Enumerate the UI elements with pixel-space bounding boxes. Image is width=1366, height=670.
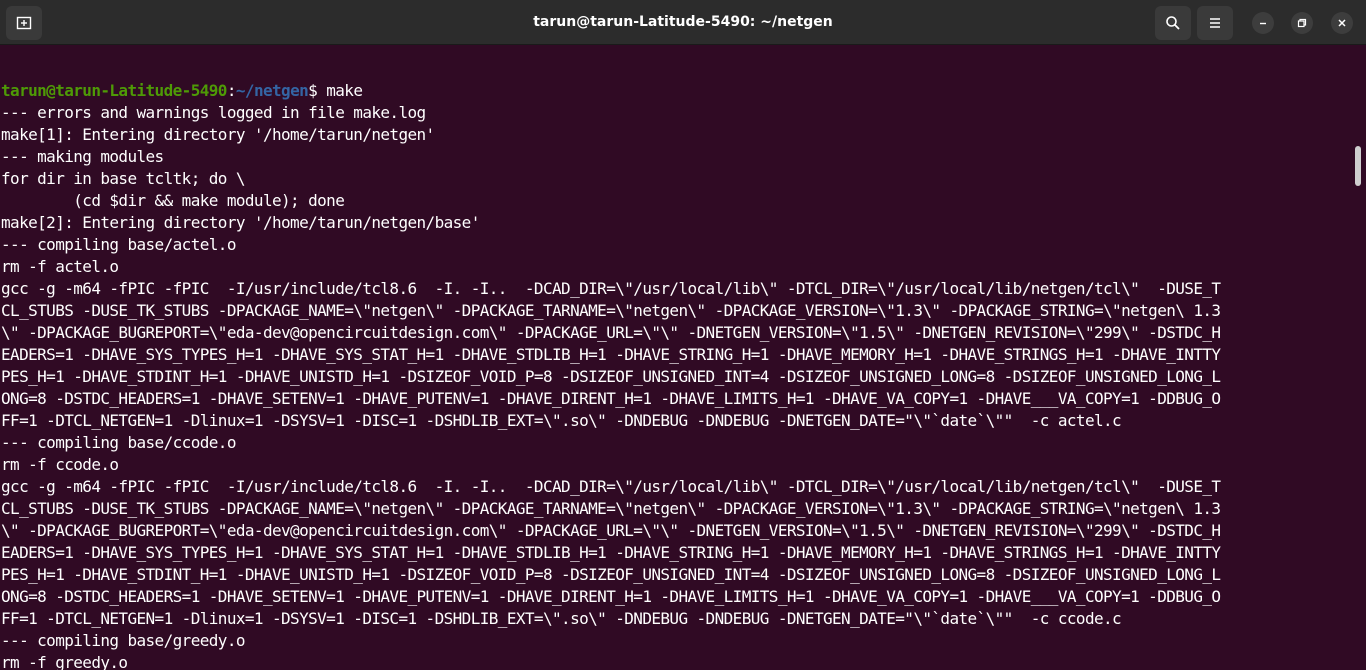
- prompt-line: tarun@tarun-Latitude-5490:~/netgen$ make: [1, 80, 1349, 102]
- output-line: EADERS=1 -DHAVE_SYS_TYPES_H=1 -DHAVE_SYS…: [1, 345, 1221, 364]
- output-line: \" -DPACKAGE_BUGREPORT=\"eda-dev@opencir…: [1, 323, 1221, 342]
- output-line: \" -DPACKAGE_BUGREPORT=\"eda-dev@opencir…: [1, 521, 1221, 540]
- output-line: --- compiling base/actel.o: [1, 235, 236, 254]
- output-line: for dir in base tcltk; do \: [1, 169, 245, 188]
- prompt-user: tarun@tarun-Latitude-5490: [1, 81, 227, 100]
- terminal-lines: tarun@tarun-Latitude-5490:~/netgen$ make…: [1, 80, 1349, 670]
- output-line: PES_H=1 -DHAVE_STDINT_H=1 -DHAVE_UNISTD_…: [1, 565, 1221, 584]
- prompt-path: ~/netgen: [235, 81, 309, 100]
- new-tab-button[interactable]: [6, 6, 42, 40]
- close-button[interactable]: [1331, 12, 1353, 34]
- top-rule: ----------------------------------------…: [0, 46, 1350, 56]
- output-line: (cd $dir && make module); done: [1, 191, 345, 210]
- close-icon: [1337, 18, 1347, 28]
- output-line: gcc -g -m64 -fPIC -fPIC -I/usr/include/t…: [1, 477, 1221, 496]
- title-bar: tarun@tarun-Latitude-5490: ~/netgen: [0, 0, 1366, 45]
- output-line: FF=1 -DTCL_NETGEN=1 -Dlinux=1 -DSYSV=1 -…: [1, 411, 1122, 430]
- output-line: FF=1 -DTCL_NETGEN=1 -Dlinux=1 -DSYSV=1 -…: [1, 609, 1122, 628]
- output-line: ONG=8 -DSTDC_HEADERS=1 -DHAVE_SETENV=1 -…: [1, 389, 1221, 408]
- prompt-separator: :: [226, 81, 237, 100]
- terminal-output[interactable]: ----------------------------------------…: [0, 46, 1350, 670]
- search-button[interactable]: [1155, 6, 1191, 40]
- maximize-button[interactable]: [1291, 12, 1313, 34]
- output-line: --- making modules: [1, 147, 164, 166]
- output-line: CL_STUBS -DUSE_TK_STUBS -DPACKAGE_NAME=\…: [1, 301, 1221, 320]
- output-line: rm -f ccode.o: [1, 455, 119, 474]
- minimize-button[interactable]: [1252, 12, 1274, 34]
- output-line: rm -f actel.o: [1, 257, 119, 276]
- scrollbar[interactable]: [1350, 46, 1366, 670]
- output-line: rm -f greedy.o: [1, 653, 128, 670]
- output-line: --- compiling base/ccode.o: [1, 433, 236, 452]
- maximize-icon: [1297, 18, 1307, 28]
- output-line: PES_H=1 -DHAVE_STDINT_H=1 -DHAVE_UNISTD_…: [1, 367, 1221, 386]
- output-line: ONG=8 -DSTDC_HEADERS=1 -DHAVE_SETENV=1 -…: [1, 587, 1221, 606]
- new-tab-icon: [16, 15, 32, 31]
- prompt-command: make: [326, 81, 363, 100]
- scrollbar-thumb[interactable]: [1355, 146, 1361, 186]
- menu-button[interactable]: [1197, 6, 1233, 40]
- output-line: gcc -g -m64 -fPIC -fPIC -I/usr/include/t…: [1, 279, 1221, 298]
- output-line: --- errors and warnings logged in file m…: [1, 103, 426, 122]
- output-line: make[1]: Entering directory '/home/tarun…: [1, 125, 435, 144]
- minimize-icon: [1258, 18, 1268, 28]
- output-line: --- compiling base/greedy.o: [1, 631, 245, 650]
- output-line: CL_STUBS -DUSE_TK_STUBS -DPACKAGE_NAME=\…: [1, 499, 1221, 518]
- prompt-dollar: $: [308, 81, 327, 100]
- hamburger-menu-icon: [1208, 16, 1222, 30]
- output-line: EADERS=1 -DHAVE_SYS_TYPES_H=1 -DHAVE_SYS…: [1, 543, 1221, 562]
- search-icon: [1165, 15, 1181, 31]
- output-line: make[2]: Entering directory '/home/tarun…: [1, 213, 480, 232]
